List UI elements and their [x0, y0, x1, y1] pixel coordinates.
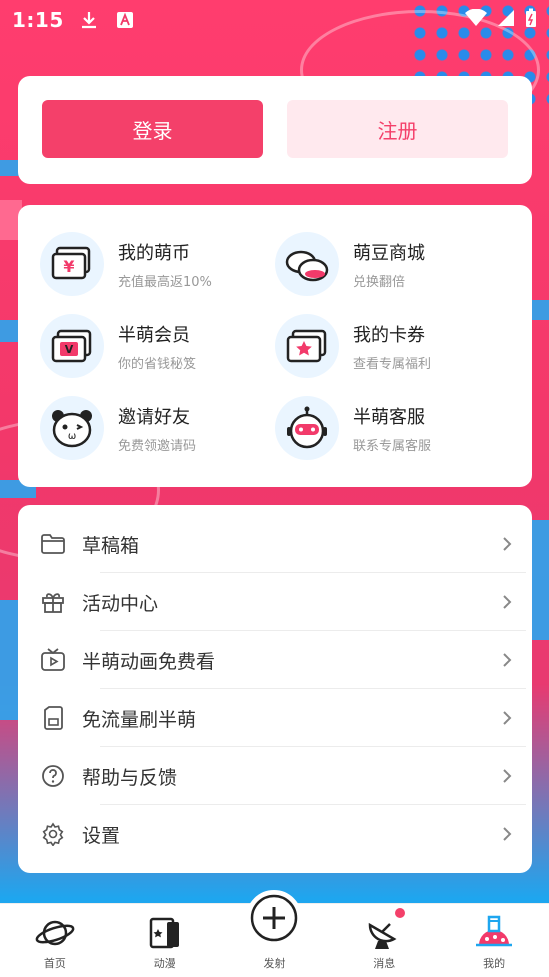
tab-home[interactable]: 首页 — [0, 904, 110, 977]
tab-label: 消息 — [373, 957, 396, 970]
bottom-tab-bar: 首页 动漫 发射 消息 我的 — [0, 890, 549, 977]
menu-item-label: 帮助与反馈 — [82, 766, 178, 789]
chevron-right-icon — [498, 709, 516, 727]
feature-subtitle: 查看专属福利 — [353, 356, 432, 372]
chevron-right-icon — [498, 767, 516, 785]
coupon-star-icon — [275, 314, 339, 378]
folder-icon — [38, 529, 68, 559]
coin-ticket-icon: ¥ — [40, 232, 104, 296]
svg-text:V: V — [65, 343, 74, 356]
menu-item-activity-center[interactable]: 活动中心 — [38, 573, 526, 631]
feature-title: 我的卡券 — [353, 324, 425, 346]
features-grid: ¥ 我的萌币 充值最高返10% 萌豆商城 兑换翻倍 V 半萌会员 你的省钱秘笈 … — [18, 205, 532, 487]
feature-bean-mall[interactable]: 萌豆商城 兑换翻倍 — [275, 223, 510, 305]
gear-icon — [38, 819, 68, 849]
signal-icon — [497, 9, 515, 31]
help-circle-icon — [38, 761, 68, 791]
tab-messages[interactable]: 消息 — [329, 904, 439, 977]
chevron-right-icon — [498, 593, 516, 611]
chevron-right-icon — [498, 651, 516, 669]
menu-item-free-anime[interactable]: 半萌动画免费看 — [38, 631, 526, 689]
tab-label: 动漫 — [153, 957, 176, 970]
tab-anime[interactable]: 动漫 — [110, 904, 220, 977]
tab-label: 首页 — [43, 957, 66, 970]
menu-list: 草稿箱 活动中心 半萌动画免费看 免流量刷半萌 帮助与反馈 设置 — [18, 505, 532, 873]
feature-subtitle: 免费领邀请码 — [118, 438, 197, 454]
menu-item-label: 草稿箱 — [82, 534, 140, 557]
auth-card: 登录 注册 — [18, 76, 532, 184]
menu-item-label: 设置 — [82, 824, 121, 847]
menu-item-label: 免流量刷半萌 — [82, 708, 197, 731]
feature-subtitle: 你的省钱秘笈 — [118, 356, 197, 372]
feature-subtitle: 兑换翻倍 — [353, 274, 406, 290]
feature-my-coupons[interactable]: 我的卡券 查看专属福利 — [275, 305, 510, 387]
gift-icon — [38, 587, 68, 617]
tab-label: 发射 — [263, 957, 286, 970]
feature-membership[interactable]: V 半萌会员 你的省钱秘笈 — [40, 305, 275, 387]
tv-play-icon — [38, 645, 68, 675]
status-bar: 1:15 — [0, 0, 549, 40]
feature-title: 萌豆商城 — [353, 242, 425, 264]
svg-text:¥: ¥ — [63, 257, 74, 276]
beans-icon — [275, 232, 339, 296]
menu-item-label: 活动中心 — [82, 592, 159, 615]
menu-item-drafts[interactable]: 草稿箱 — [38, 515, 526, 573]
sim-card-icon — [38, 703, 68, 733]
svg-text:ω: ω — [68, 431, 76, 442]
chevron-right-icon — [498, 825, 516, 843]
menu-item-help-feedback[interactable]: 帮助与反馈 — [38, 747, 526, 805]
tab-mine[interactable]: 我的 — [439, 904, 549, 977]
feature-title: 半萌会员 — [118, 324, 190, 346]
tab-label: 我的 — [483, 957, 506, 970]
feature-title: 半萌客服 — [353, 406, 425, 428]
download-icon — [78, 9, 100, 31]
feature-subtitle: 充值最高返10% — [118, 274, 212, 290]
feature-title: 邀请好友 — [118, 406, 190, 428]
tab-publish[interactable]: 发射 — [220, 890, 330, 977]
robot-icon — [275, 396, 339, 460]
battery-icon — [525, 8, 537, 32]
rocket-base-icon — [472, 913, 516, 953]
feature-customer-service[interactable]: 半萌客服 联系专属客服 — [275, 387, 510, 469]
satellite-dish-icon — [362, 913, 406, 953]
wifi-icon — [465, 8, 487, 31]
chevron-right-icon — [498, 535, 516, 553]
login-button[interactable]: 登录 — [42, 100, 263, 158]
comic-book-icon — [143, 913, 187, 953]
feature-invite-friends[interactable]: ω 邀请好友 免费领邀请码 — [40, 387, 275, 469]
menu-item-label: 半萌动画免费看 — [82, 650, 216, 673]
feature-subtitle: 联系专属客服 — [353, 438, 432, 454]
planet-icon — [33, 913, 77, 953]
vip-card-icon: V — [40, 314, 104, 378]
feature-my-coins[interactable]: ¥ 我的萌币 充值最高返10% — [40, 223, 275, 305]
menu-item-settings[interactable]: 设置 — [38, 805, 526, 863]
register-button[interactable]: 注册 — [287, 100, 508, 158]
panda-face-icon: ω — [40, 396, 104, 460]
menu-item-free-data[interactable]: 免流量刷半萌 — [38, 689, 526, 747]
plus-circle-icon — [246, 890, 303, 946]
status-time: 1:15 — [12, 8, 64, 32]
font-notification-icon — [114, 9, 136, 31]
feature-title: 我的萌币 — [118, 242, 190, 264]
